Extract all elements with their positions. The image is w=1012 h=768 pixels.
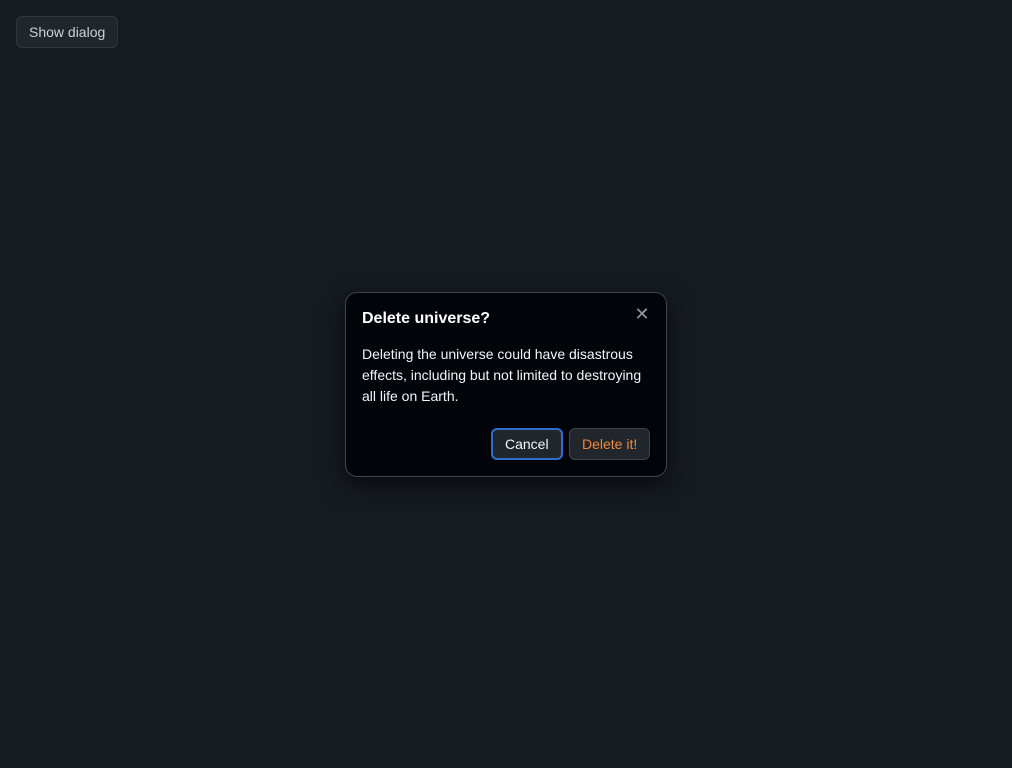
cancel-button[interactable]: Cancel — [491, 428, 563, 460]
delete-universe-dialog: Delete universe? ✕ Deleting the universe… — [345, 292, 667, 477]
dialog-title: Delete universe? — [362, 310, 491, 327]
close-icon[interactable]: ✕ — [632, 305, 652, 325]
delete-button[interactable]: Delete it! — [569, 428, 651, 460]
dialog-body-text: Deleting the universe could have disastr… — [362, 346, 642, 404]
show-dialog-button[interactable]: Show dialog — [16, 16, 119, 48]
